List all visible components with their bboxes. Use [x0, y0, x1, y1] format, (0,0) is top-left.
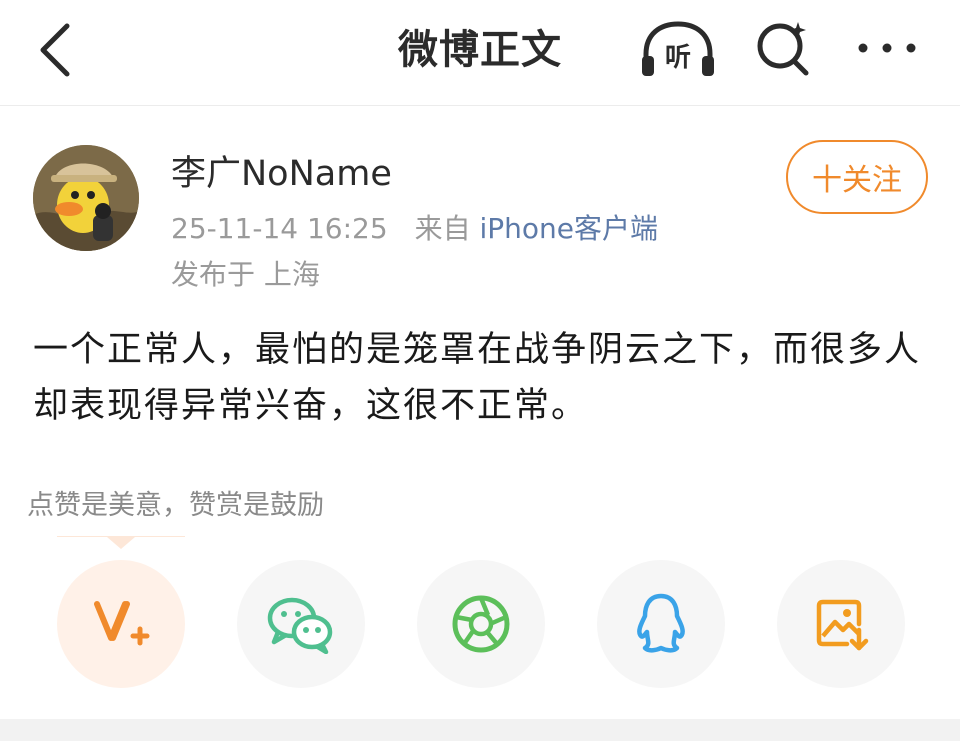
avatar[interactable] — [33, 145, 139, 251]
save-image-button[interactable] — [777, 560, 905, 688]
share-row — [0, 560, 960, 690]
post-time: 25-11-14 16:25 — [171, 212, 388, 245]
page-title: 微博正文 — [398, 27, 562, 73]
listen-button[interactable]: 听 — [638, 20, 718, 80]
post-location: 发布于 上海 — [171, 258, 320, 291]
moments-icon — [452, 595, 510, 653]
more-dots-icon — [858, 43, 916, 53]
listen-label: 听 — [665, 43, 691, 73]
search-icon — [757, 22, 809, 76]
save-image-icon — [816, 599, 869, 651]
qq-share-button[interactable] — [597, 560, 725, 688]
top-bar: 微博正文 听 — [0, 0, 960, 106]
wechat-share-button[interactable] — [237, 560, 365, 688]
pointer-arrow — [107, 537, 135, 549]
author-name[interactable]: 李广NoName — [171, 150, 392, 198]
search-button[interactable] — [752, 16, 816, 80]
post-text: 一个正常人，最怕的是笼罩在战争阴云之下，而很多人却表现得异常兴奋，这很不正常。 — [33, 330, 922, 426]
reward-hint: 点赞是美意，赞赏是鼓励 — [27, 490, 324, 521]
wechat-icon — [267, 597, 333, 654]
source-app-link[interactable]: iPhone客户端 — [480, 212, 659, 245]
follow-button[interactable]: 十关注 — [786, 140, 928, 214]
source-prefix: 来自 — [414, 212, 471, 245]
reward-button[interactable] — [57, 560, 185, 688]
post-meta: 25-11-14 16:25 来自 iPhone客户端 — [171, 208, 658, 250]
more-button[interactable] — [855, 26, 919, 70]
duck-avatar-icon — [33, 145, 139, 251]
bottom-separator — [0, 719, 960, 741]
qq-penguin-icon — [637, 593, 685, 653]
reward-icon — [94, 601, 150, 646]
headphones-icon: 听 — [642, 21, 714, 76]
moments-share-button[interactable] — [417, 560, 545, 688]
